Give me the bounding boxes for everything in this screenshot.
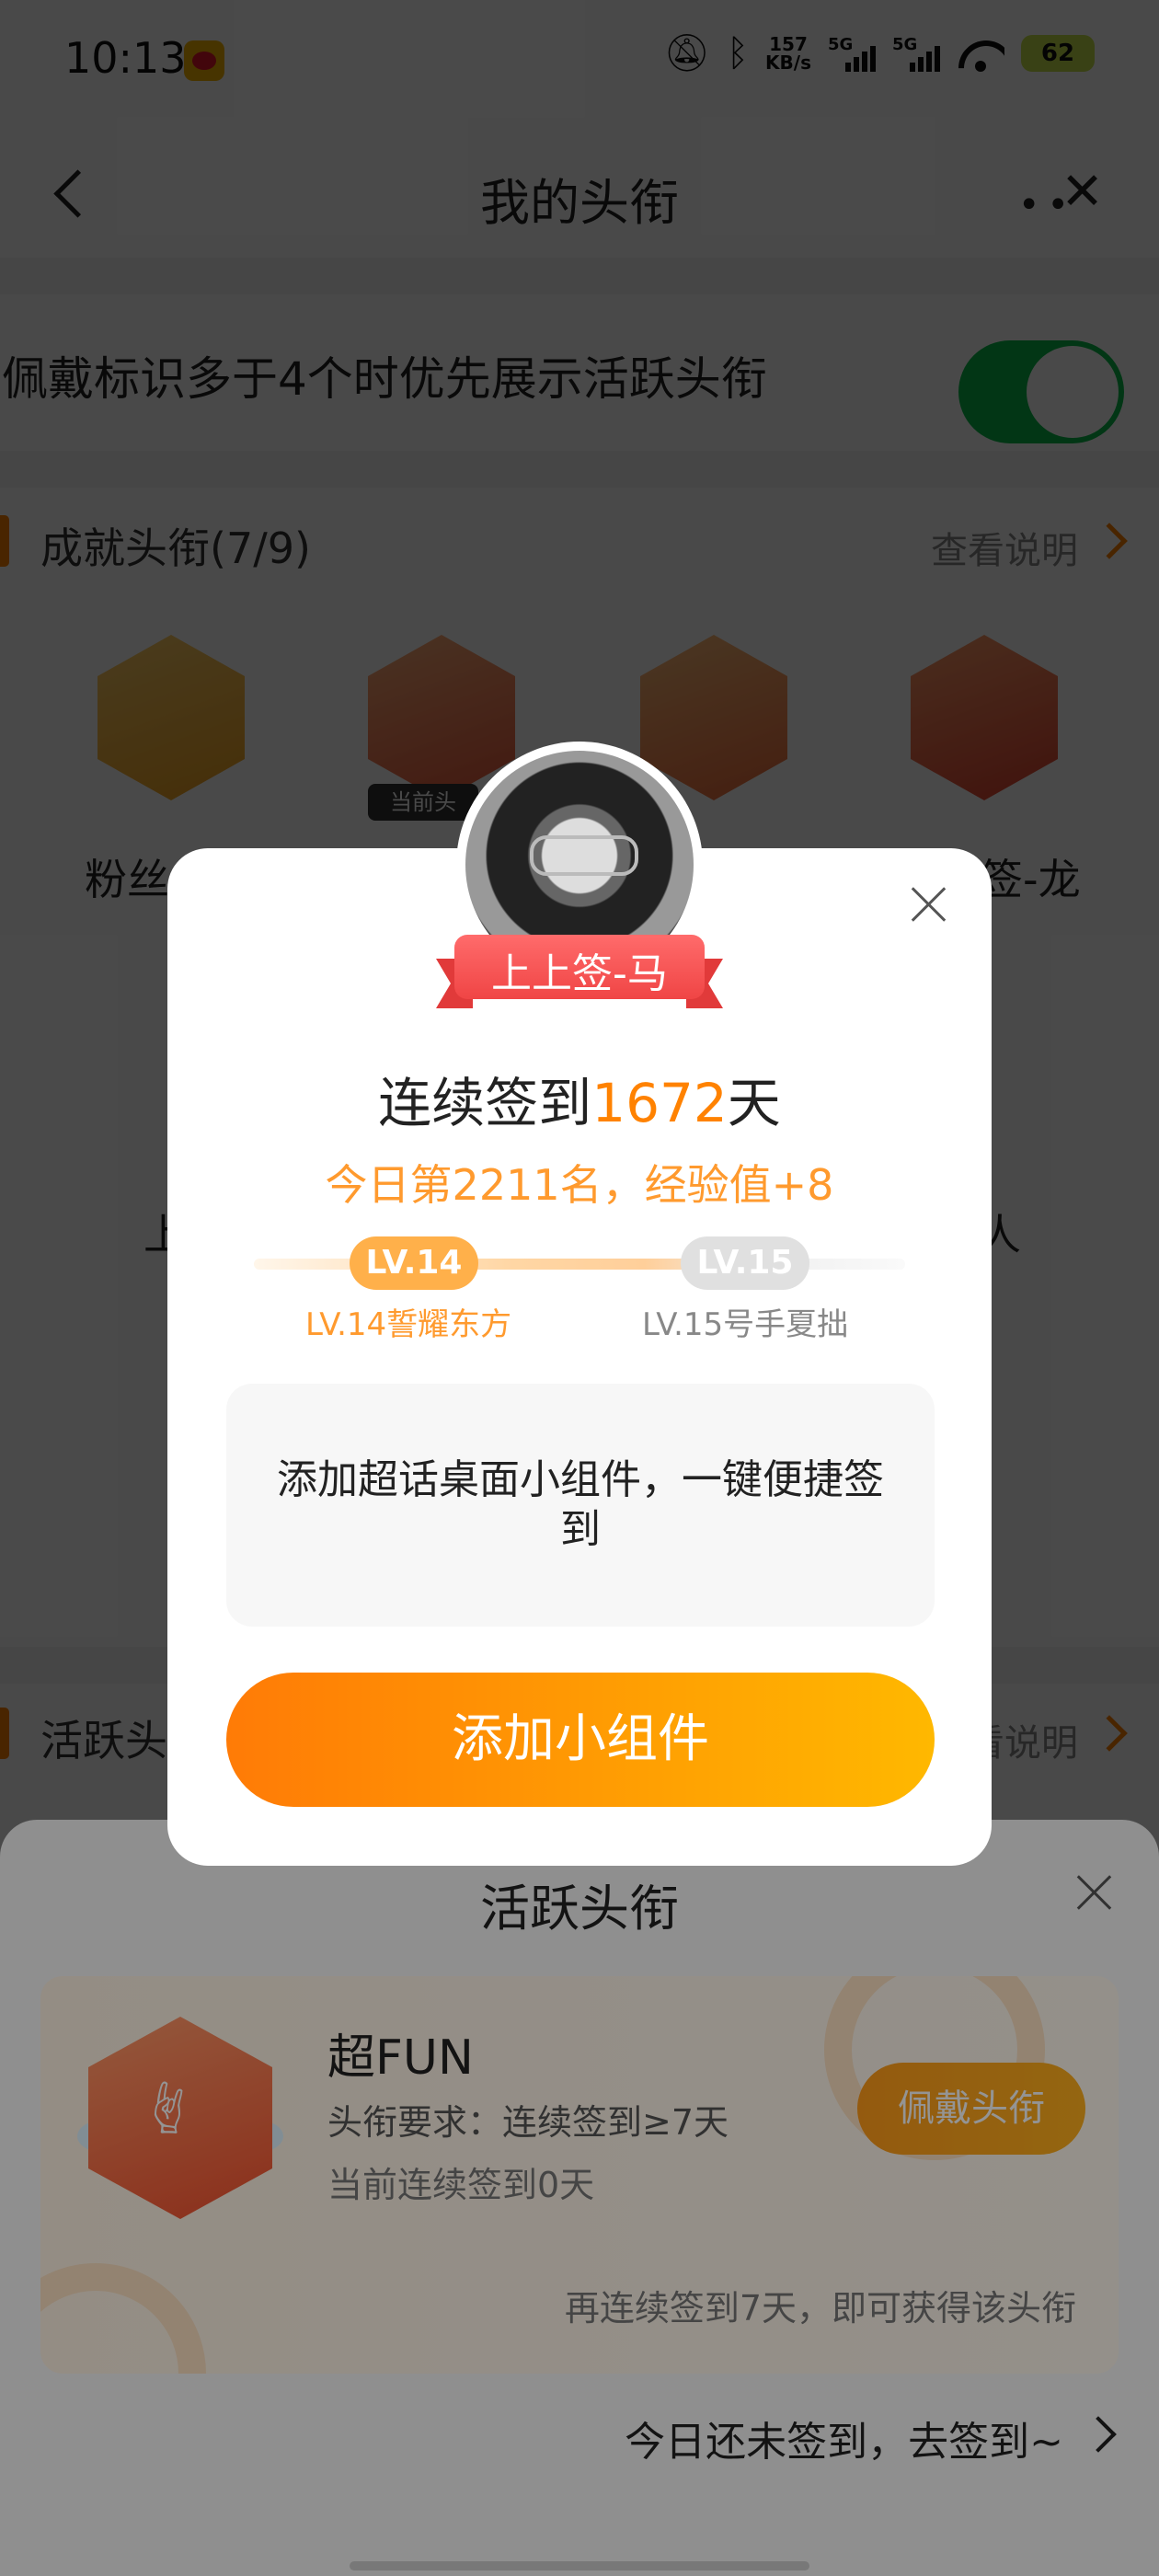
widget-promo-box: 添加超话桌面小组件，一键便捷签到 [226,1384,935,1627]
title-ribbon: 上上签-马 [436,935,723,1008]
rank-text: 今日第2211名，经验值+8 [325,1160,834,1210]
streak-days: 1672 [591,1072,728,1134]
next-level-name: LV.15号手夏拙 [642,1306,849,1343]
ribbon-label: 上上签-马 [491,950,668,997]
streak-text: 连续签到1672天 [167,1060,992,1137]
widget-promo-text: 添加超话桌面小组件，一键便捷签到 [277,1456,884,1553]
streak-prefix: 连续签到 [378,1072,592,1134]
current-level-name: LV.14誓耀东方 [305,1306,512,1343]
current-level-pill: LV.14 [350,1236,478,1290]
next-level-pill: LV.15 [681,1236,809,1290]
close-icon[interactable] [905,881,951,927]
streak-suffix: 天 [727,1072,781,1134]
screen: 10:13 🔕︎ ᛒ 157 KB/s 5G 5G 62 我的头衔 •• ✕ [0,0,1159,2576]
add-widget-button[interactable]: 添加小组件 [226,1673,935,1807]
